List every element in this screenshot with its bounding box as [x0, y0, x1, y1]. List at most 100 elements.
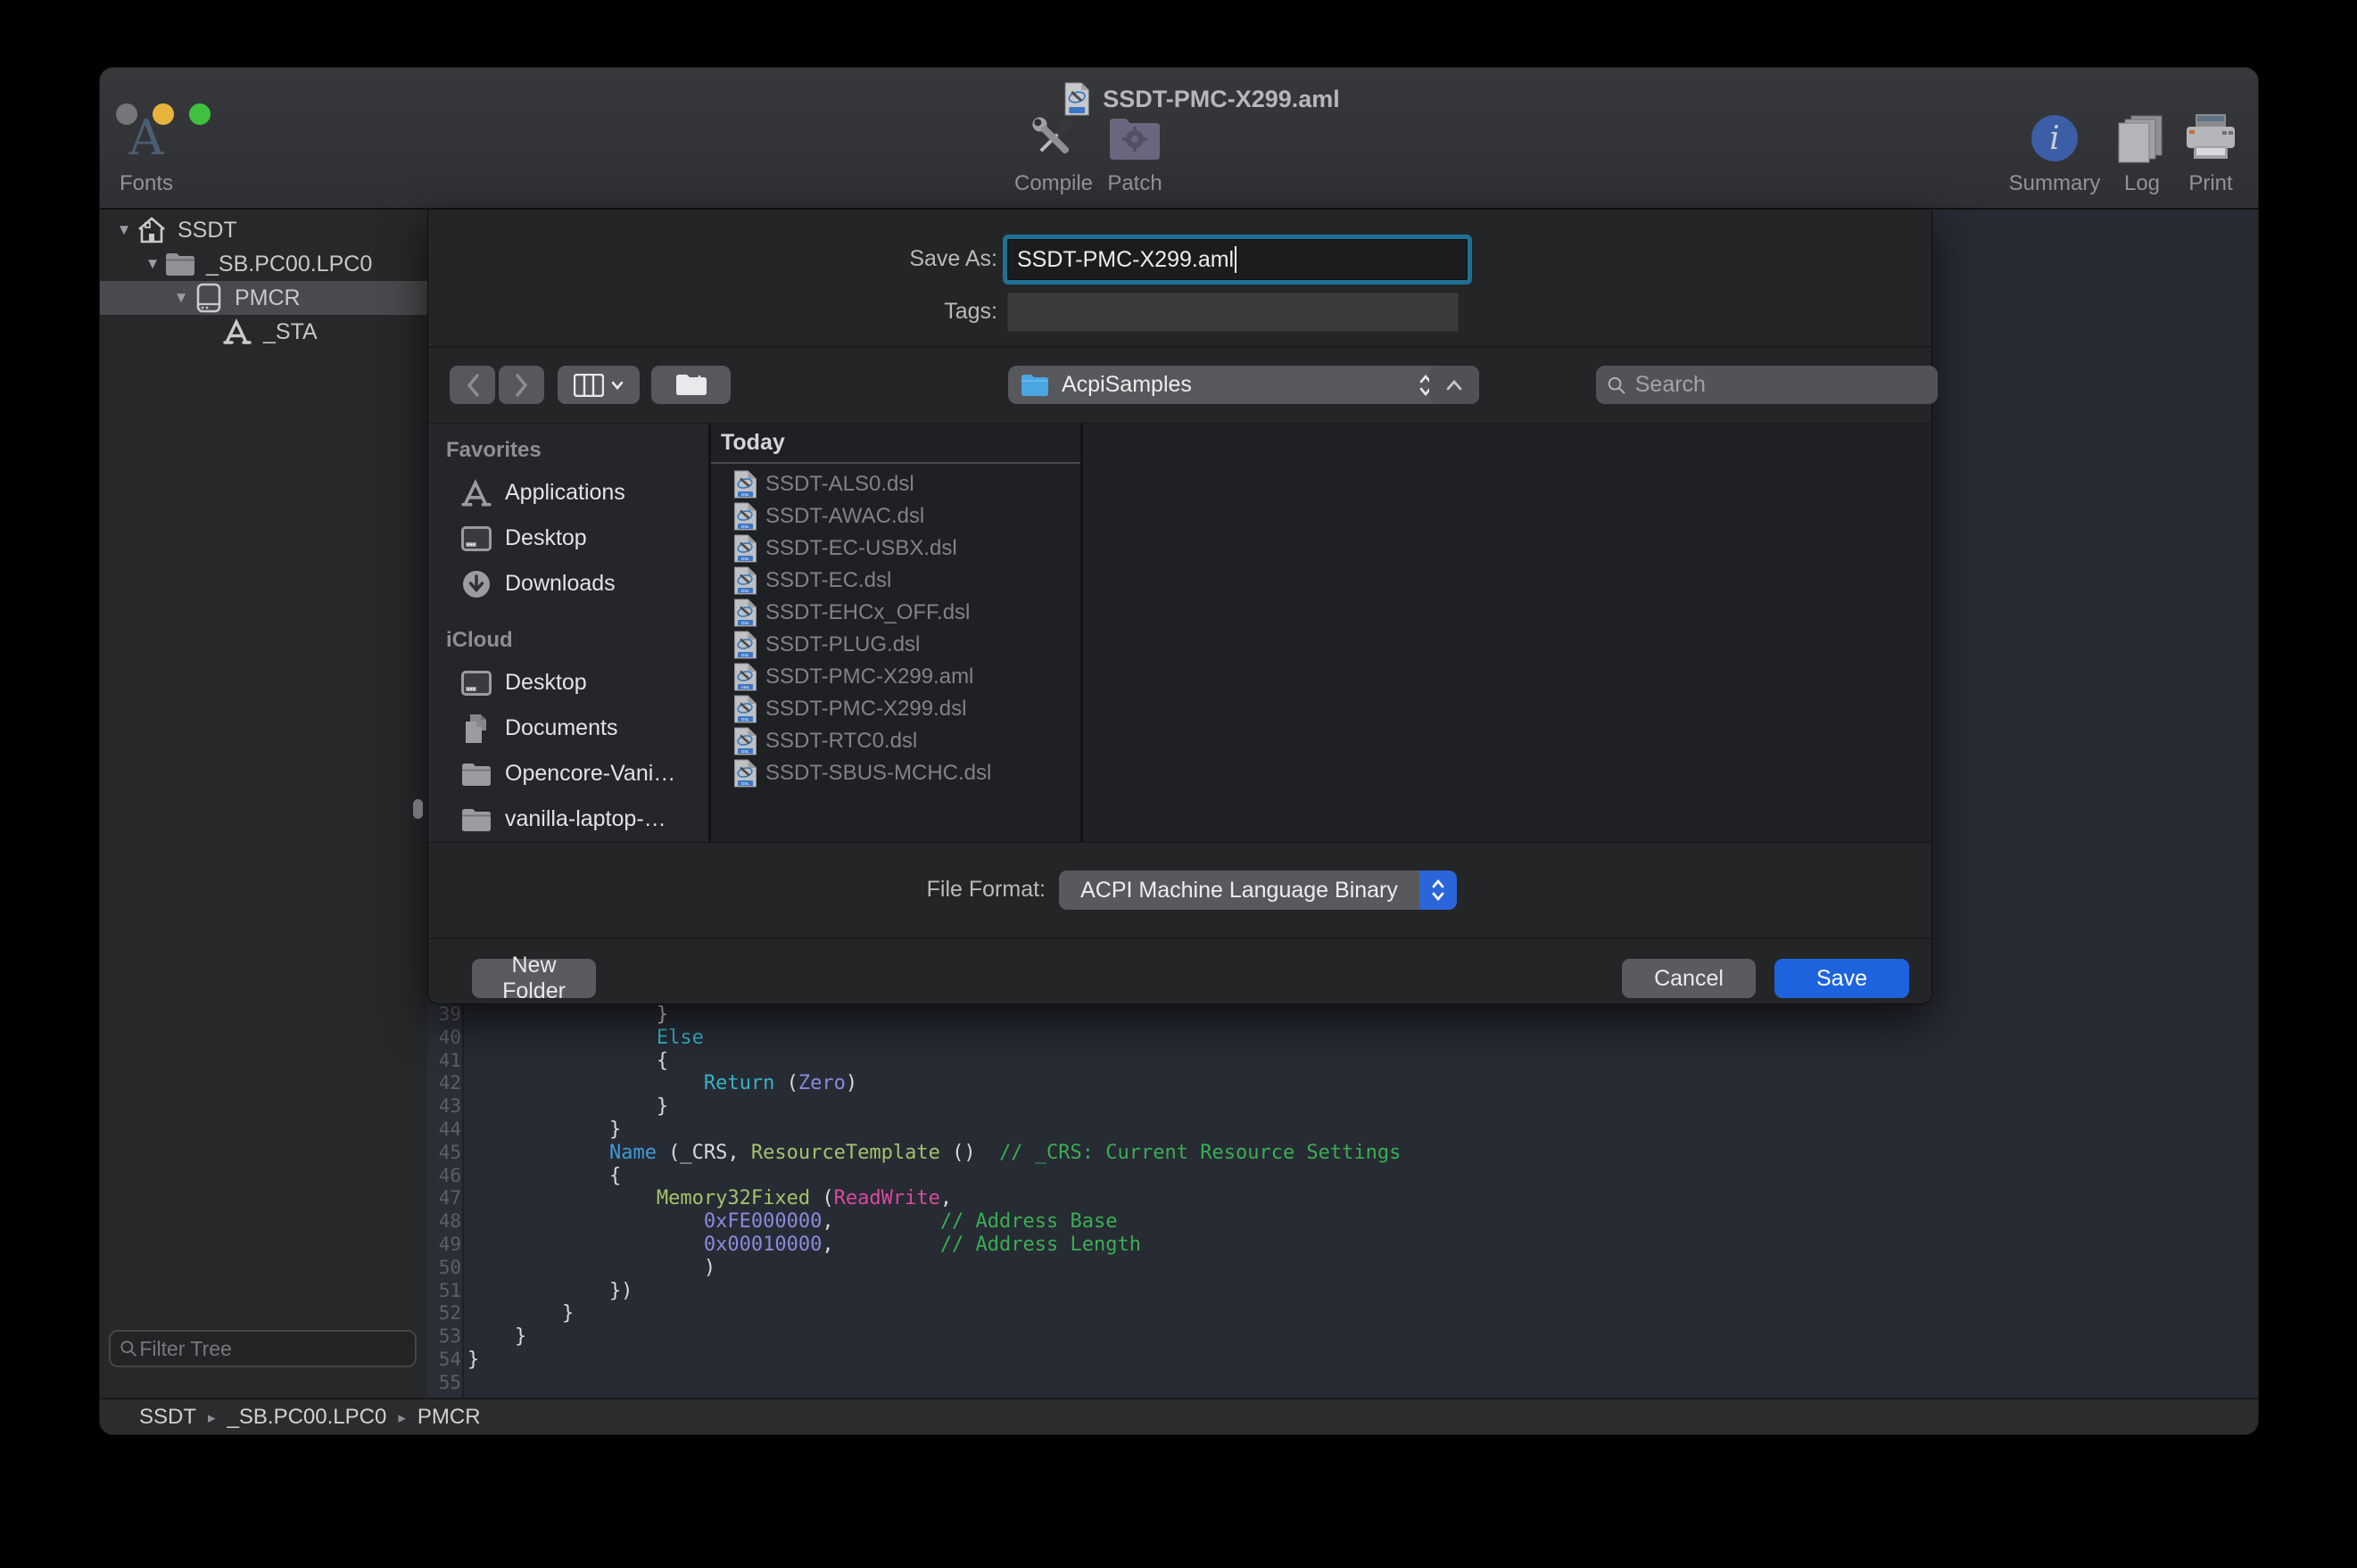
- tree-sidebar: ▼SSDT▼_SB.PC00.LPC0▼PMCR_STA: [100, 210, 429, 1398]
- icloud-header: iCloud: [428, 628, 708, 653]
- tags-input[interactable]: [1008, 293, 1461, 333]
- document-icon: DSL: [733, 598, 757, 627]
- tree-item-label: PMCR: [235, 285, 301, 311]
- file-row[interactable]: DSLSSDT-PLUG.dsl: [711, 629, 1080, 661]
- updown-chevrons-icon: [1431, 879, 1445, 902]
- file-row[interactable]: DSLSSDT-RTC0.dsl: [711, 725, 1080, 757]
- code-line: 39 }: [427, 1003, 2258, 1027]
- collapse-button[interactable]: [1429, 366, 1479, 404]
- code-area[interactable]: 39 }40 Else41 {42 Return (Zero)43 }44 }4…: [427, 1003, 2258, 1395]
- print-icon: [2139, 111, 2259, 166]
- code-line: 44 }: [427, 1118, 2258, 1142]
- tree-item-label: _STA: [263, 319, 318, 345]
- search-input[interactable]: [1633, 371, 1927, 399]
- sidebar-item-documents[interactable]: Documents: [428, 706, 708, 751]
- code-line: 43 }: [427, 1095, 2258, 1118]
- svg-text:i: i: [2049, 120, 2060, 157]
- line-number: 47: [427, 1187, 461, 1210]
- filter-tree-field[interactable]: [109, 1330, 417, 1367]
- documents-icon: [459, 712, 493, 746]
- save-button[interactable]: Save: [1774, 959, 1909, 998]
- file-row[interactable]: DSLSSDT-EC.dsl: [711, 565, 1080, 597]
- maciasl-window: SSDT-PMC-X299.aml A Fonts Compile: [99, 67, 2259, 1435]
- desktop-icon: [459, 522, 493, 556]
- disclosure-triangle[interactable]: ▼: [114, 221, 134, 239]
- sidebar-item-opencore-vani-[interactable]: Opencore-Vani…: [428, 751, 708, 796]
- search-field[interactable]: [1596, 366, 1938, 404]
- sidebar-item-applications[interactable]: Applications: [428, 470, 708, 516]
- tree-item-label: _SB.PC00.LPC0: [206, 252, 372, 277]
- file-list-pane: Today DSLSSDT-ALS0.dslDSLSSDT-AWAC.dslDS…: [711, 424, 1080, 842]
- downloads-icon: [459, 567, 493, 601]
- sidebar-item-desktop[interactable]: Desktop: [428, 516, 708, 561]
- tags-field[interactable]: [1007, 293, 1459, 332]
- toolbar-patch-label: Patch: [1063, 171, 1206, 196]
- new-folder-toolbar-button[interactable]: [651, 366, 731, 404]
- svg-text:DSL: DSL: [741, 557, 749, 561]
- chevron-up-icon: [1446, 380, 1462, 391]
- file-format-popup[interactable]: ACPI Machine Language Binary: [1059, 871, 1457, 910]
- titlebar: SSDT-PMC-X299.aml A Fonts Compile: [100, 68, 2258, 210]
- file-row[interactable]: DSLSSDT-EC-USBX.dsl: [711, 532, 1080, 565]
- new-folder-button[interactable]: New Folder: [472, 959, 596, 998]
- svg-text:AML: AML: [741, 685, 750, 689]
- file-name: SSDT-AWAC.dsl: [765, 504, 924, 529]
- line-number: 44: [427, 1118, 461, 1142]
- sidebar-item-downloads[interactable]: Downloads: [428, 561, 708, 607]
- toolbar-fonts-label: Fonts: [99, 171, 218, 196]
- tree-item-_sb.pc00.lpc0[interactable]: ▼ _SB.PC00.LPC0: [100, 247, 427, 281]
- code-text: }: [461, 1302, 574, 1325]
- code-text: }: [461, 1003, 668, 1027]
- back-button[interactable]: [450, 366, 495, 404]
- file-row[interactable]: DSL SSDT-ALS0.dsl: [711, 468, 1080, 500]
- sidebar-item-label: Opencore-Vani…: [505, 761, 675, 787]
- document-icon: DSL: [733, 470, 757, 499]
- tree-item-ssdt[interactable]: ▼SSDT: [100, 213, 427, 247]
- file-row[interactable]: DSL SSDT-SBUS-MCHC.dsl: [711, 757, 1080, 789]
- code-line: 46 {: [427, 1165, 2258, 1188]
- text-caret: [1235, 246, 1236, 273]
- save-dialog: Save As: SSDT-PMC-X299.aml Tags:: [427, 210, 1932, 1004]
- disclosure-triangle[interactable]: ▼: [143, 255, 162, 273]
- breadcrumb-item[interactable]: SSDT: [139, 1405, 196, 1430]
- sidebar-item-label: Desktop: [505, 525, 587, 551]
- document-icon: DSL: [733, 759, 757, 788]
- device-icon: [193, 282, 225, 314]
- svg-text:DSL: DSL: [741, 589, 749, 593]
- file-row[interactable]: DSLSSDT-PMC-X299.dsl: [711, 693, 1080, 725]
- toolbar-patch[interactable]: Patch: [1063, 111, 1206, 196]
- save-as-value: SSDT-PMC-X299.aml: [1017, 247, 1234, 273]
- view-mode-button[interactable]: [558, 366, 640, 404]
- line-number: 52: [427, 1302, 461, 1325]
- tree-item-pmcr[interactable]: ▼ PMCR: [100, 281, 427, 315]
- code-text: {: [461, 1050, 668, 1073]
- sidebar-item-vanilla-laptop-[interactable]: vanilla-laptop-…: [428, 796, 708, 842]
- toolbar-fonts[interactable]: A Fonts: [99, 111, 218, 196]
- file-row[interactable]: DSLSSDT-EHCx_OFF.dsl: [711, 597, 1080, 629]
- chevron-right-icon: [515, 374, 529, 397]
- code-line: 49 0x00010000, // Address Length: [427, 1234, 2258, 1257]
- breadcrumb-item[interactable]: _SB.PC00.LPC0: [227, 1405, 387, 1430]
- file-name: SSDT-SBUS-MCHC.dsl: [765, 761, 991, 786]
- document-icon: DSL: [733, 695, 757, 723]
- tree-item-_sta[interactable]: _STA: [100, 315, 427, 349]
- chevron-down-icon: [611, 381, 624, 390]
- file-group-header: Today: [711, 424, 1080, 464]
- location-popup[interactable]: AcpiSamples: [1008, 366, 1445, 404]
- disclosure-triangle[interactable]: ▼: [171, 289, 191, 307]
- sidebar-item-desktop[interactable]: Desktop: [428, 660, 708, 706]
- save-as-field[interactable]: SSDT-PMC-X299.aml: [1007, 239, 1468, 280]
- breadcrumb-item[interactable]: PMCR: [418, 1405, 481, 1430]
- sidebar-item-label: Applications: [505, 480, 625, 506]
- forward-button[interactable]: [499, 366, 544, 404]
- filter-tree-input[interactable]: [137, 1336, 406, 1362]
- pane-splitter-handle[interactable]: [413, 799, 423, 819]
- file-row[interactable]: DSLSSDT-AWAC.dsl: [711, 500, 1080, 532]
- chevron-left-icon: [466, 374, 480, 397]
- toolbar-print[interactable]: Print: [2139, 111, 2259, 196]
- code-line: 45 Name (_CRS, ResourceTemplate () // _C…: [427, 1142, 2258, 1165]
- file-format-value: ACPI Machine Language Binary: [1059, 878, 1419, 904]
- cancel-button[interactable]: Cancel: [1622, 959, 1756, 998]
- file-name: SSDT-ALS0.dsl: [765, 472, 914, 497]
- file-row[interactable]: AMLSSDT-PMC-X299.aml: [711, 661, 1080, 693]
